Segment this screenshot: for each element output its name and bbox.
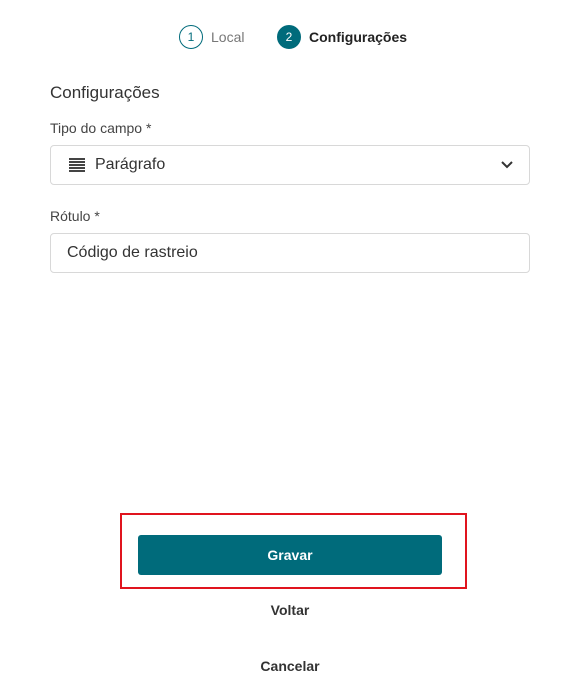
- back-button[interactable]: Voltar: [0, 602, 565, 618]
- field-type-label: Tipo do campo *: [50, 120, 152, 136]
- stepper: 1 Local 2 Configurações: [0, 24, 565, 50]
- label-input[interactable]: [50, 233, 530, 273]
- step-number-badge: 2: [277, 25, 301, 49]
- chevron-down-icon: [501, 159, 513, 171]
- step-number-badge: 1: [179, 25, 203, 49]
- cancel-button[interactable]: Cancelar: [0, 658, 565, 674]
- field-type-select[interactable]: Parágrafo: [50, 145, 530, 185]
- paragraph-lines-icon: [69, 158, 85, 172]
- page: 1 Local 2 Configurações Configurações Ti…: [0, 0, 565, 692]
- field-type-value: Parágrafo: [95, 156, 166, 173]
- step-label: Configurações: [309, 29, 408, 45]
- step-configuracoes[interactable]: 2 Configurações: [277, 24, 407, 50]
- save-button[interactable]: Gravar: [138, 535, 442, 575]
- step-label: Local: [211, 29, 245, 45]
- section-title: Configurações: [50, 83, 160, 102]
- step-local[interactable]: 1 Local: [179, 24, 244, 50]
- label-field-label: Rótulo *: [50, 208, 100, 224]
